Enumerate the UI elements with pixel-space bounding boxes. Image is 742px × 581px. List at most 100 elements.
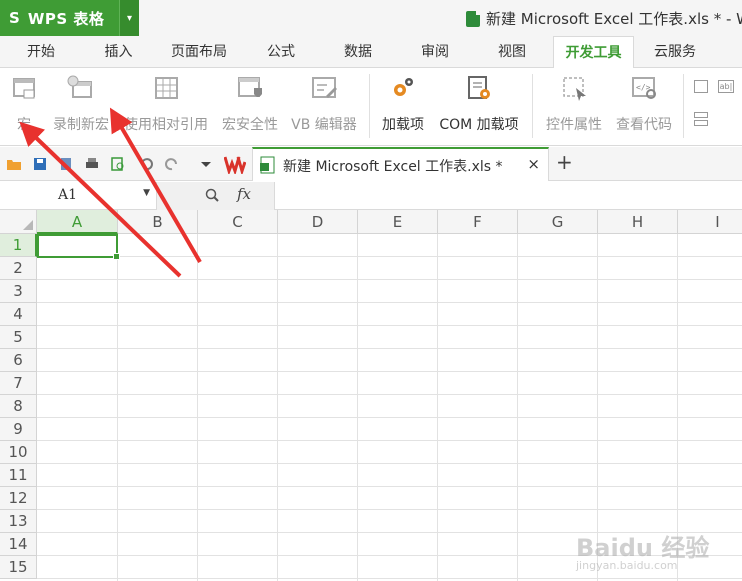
row-header[interactable]: 4: [0, 303, 37, 326]
record-macro-button[interactable]: 录制新宏: [52, 74, 110, 140]
vb-editor-button[interactable]: VB 编辑器: [289, 74, 359, 140]
com-addins-icon: [465, 74, 493, 102]
formula-bar: A1 ▼ fx: [0, 182, 742, 210]
button-control-icon[interactable]: [694, 112, 708, 118]
column-header-d[interactable]: D: [278, 210, 358, 234]
addins-button[interactable]: 加载项: [378, 74, 428, 140]
row-header[interactable]: 8: [0, 395, 37, 418]
tab-data[interactable]: 数据: [319, 36, 397, 68]
row-header[interactable]: 13: [0, 510, 37, 533]
com-addins-button[interactable]: COM 加载项: [436, 74, 522, 140]
wps-w-logo-icon[interactable]: [224, 154, 246, 174]
textbox-control-icon[interactable]: ab|: [718, 80, 734, 93]
grid-line: [437, 234, 438, 581]
tab-cloud-service[interactable]: 云服务: [634, 36, 716, 68]
formula-tools: fx: [157, 182, 275, 210]
row-header[interactable]: 1: [0, 234, 37, 257]
zoom-icon[interactable]: [205, 188, 219, 202]
tab-home[interactable]: 开始: [0, 36, 82, 68]
tab-view[interactable]: 视图: [473, 36, 551, 68]
spreadsheet-file-icon: [466, 8, 482, 27]
print-preview-icon[interactable]: [110, 156, 126, 172]
grid-line: [37, 440, 742, 441]
spreadsheet-grid[interactable]: A B C D E F G H I 1 2 3 4 5 6 7 8 9 10 1…: [0, 210, 742, 581]
shield-icon: [236, 74, 264, 102]
window-title: 新建 Microsoft Excel 工作表.xls * - W: [466, 8, 742, 29]
column-header-f[interactable]: F: [438, 210, 518, 234]
app-dropdown-icon[interactable]: ▾: [119, 0, 139, 36]
name-box-dropdown-icon[interactable]: ▼: [143, 188, 150, 198]
row-header[interactable]: 6: [0, 349, 37, 372]
tab-developer[interactable]: 开发工具: [553, 36, 634, 69]
grid-line: [37, 348, 742, 349]
grid-line: [517, 234, 518, 581]
grid-line: [37, 578, 742, 579]
view-code-button[interactable]: </> 查看代码: [613, 74, 675, 140]
name-box[interactable]: A1 ▼: [0, 182, 157, 210]
app-name: WPS 表格: [27, 9, 105, 28]
column-header-i[interactable]: I: [678, 210, 742, 234]
record-macro-icon: [67, 74, 95, 102]
toolbar-dropdown-icon[interactable]: [198, 156, 214, 172]
wps-window: S WPS 表格 ▾ 新建 Microsoft Excel 工作表.xls * …: [0, 0, 742, 581]
column-header-g[interactable]: G: [518, 210, 598, 234]
grid-line: [37, 256, 742, 257]
row-header[interactable]: 11: [0, 464, 37, 487]
ribbon-developer: 宏 录制新宏 使用相对引用 宏安全性 VB 编辑器 加载项 COM 加载项 控件…: [0, 68, 742, 146]
row-header[interactable]: 14: [0, 533, 37, 556]
view-code-icon: </>: [630, 74, 658, 102]
row-header[interactable]: 12: [0, 487, 37, 510]
print-icon[interactable]: [84, 156, 100, 172]
tab-page-layout[interactable]: 页面布局: [155, 36, 243, 68]
row-header[interactable]: 2: [0, 257, 37, 280]
grid-line: [37, 302, 742, 303]
export-icon[interactable]: [58, 156, 74, 172]
column-header-c[interactable]: C: [198, 210, 278, 234]
macro-security-button[interactable]: 宏安全性: [220, 74, 280, 140]
tab-review[interactable]: 审阅: [397, 36, 473, 68]
row-header[interactable]: 5: [0, 326, 37, 349]
macro-icon: [10, 74, 38, 102]
active-cell-a1[interactable]: [37, 234, 120, 260]
app-menu-button[interactable]: S WPS 表格 ▾: [0, 0, 139, 36]
tab-formulas[interactable]: 公式: [243, 36, 319, 68]
redo-icon[interactable]: [164, 156, 180, 172]
open-folder-icon[interactable]: [6, 156, 22, 172]
row-header[interactable]: 7: [0, 372, 37, 395]
excel-file-icon: [260, 156, 275, 174]
row-header[interactable]: 9: [0, 418, 37, 441]
column-header-a[interactable]: A: [37, 210, 118, 234]
save-icon[interactable]: [32, 156, 48, 172]
checkbox-control-icon[interactable]: [694, 80, 708, 93]
grid-line: [117, 234, 118, 581]
document-tab[interactable]: 新建 Microsoft Excel 工作表.xls * ×: [252, 147, 549, 181]
row-header[interactable]: 3: [0, 280, 37, 303]
macro-button[interactable]: 宏: [6, 74, 42, 140]
column-header-e[interactable]: E: [358, 210, 438, 234]
column-header-h[interactable]: H: [598, 210, 678, 234]
select-all-corner[interactable]: [0, 210, 37, 234]
new-tab-icon[interactable]: +: [556, 150, 573, 174]
column-header-b[interactable]: B: [118, 210, 198, 234]
vb-editor-icon: [310, 74, 338, 102]
row-header[interactable]: 15: [0, 556, 37, 579]
grid-line: [37, 279, 742, 280]
insert-function-icon[interactable]: fx: [237, 185, 251, 203]
view-code-label: 查看代码: [616, 117, 672, 133]
vb-editor-label: VB 编辑器: [291, 117, 357, 133]
tab-insert[interactable]: 插入: [82, 36, 155, 68]
watermark-brand: Baidu 经验: [576, 534, 710, 562]
macro-label: 宏: [17, 117, 31, 133]
grid-line: [37, 371, 742, 372]
ribbon-separator: [683, 74, 684, 138]
relative-reference-button[interactable]: 使用相对引用: [120, 74, 212, 140]
formula-input[interactable]: [276, 182, 742, 210]
close-tab-icon[interactable]: ×: [527, 155, 540, 173]
relative-reference-icon: [152, 74, 180, 102]
grid-line: [37, 463, 742, 464]
control-properties-button[interactable]: 控件属性: [542, 74, 606, 140]
row-header[interactable]: 10: [0, 441, 37, 464]
grid-line: [197, 234, 198, 581]
undo-icon[interactable]: [138, 156, 154, 172]
list-control-icon[interactable]: [694, 120, 708, 126]
